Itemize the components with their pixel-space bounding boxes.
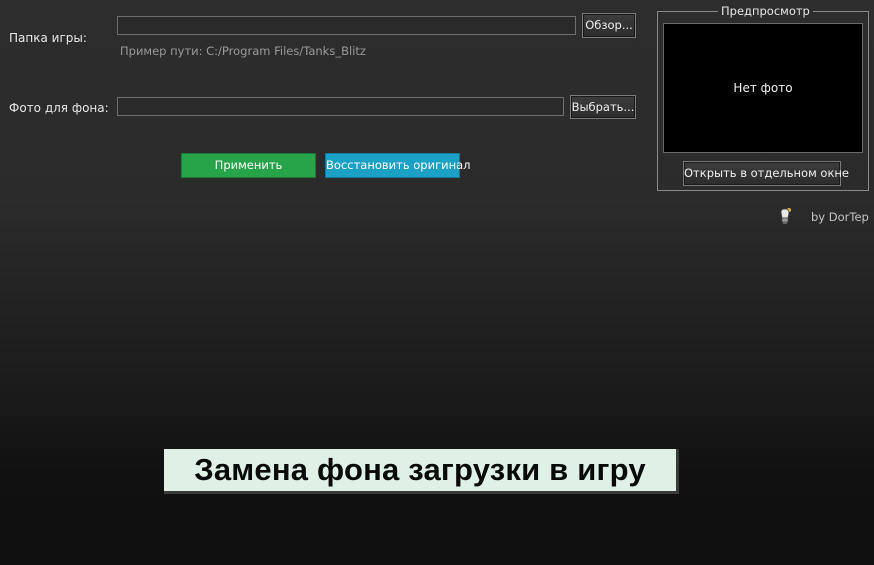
preview-area: Нет фото <box>663 23 863 153</box>
game-folder-input[interactable] <box>117 16 576 35</box>
preview-placeholder: Нет фото <box>733 81 793 95</box>
browse-button[interactable]: Обзор... <box>582 13 636 38</box>
caption-banner: Замена фона загрузки в игру <box>164 449 679 494</box>
lightbulb-icon <box>778 207 792 225</box>
bg-photo-label: Фото для фона: <box>9 101 109 115</box>
bg-photo-input[interactable] <box>117 97 564 116</box>
preview-title: Предпросмотр <box>718 4 813 18</box>
restore-original-button[interactable]: Восстановить оригинал <box>325 153 471 178</box>
path-hint: Пример пути: C:/Program Files/Tanks_Blit… <box>120 44 366 58</box>
caption-text: Замена фона загрузки в игру <box>194 452 646 487</box>
choose-photo-button[interactable]: Выбрать... <box>570 95 636 119</box>
apply-button[interactable]: Применить <box>181 153 316 178</box>
author-label: by DorTep <box>811 210 869 224</box>
game-folder-label: Папка игры: <box>9 31 87 45</box>
open-in-window-button[interactable]: Открыть в отдельном окне <box>683 161 849 186</box>
